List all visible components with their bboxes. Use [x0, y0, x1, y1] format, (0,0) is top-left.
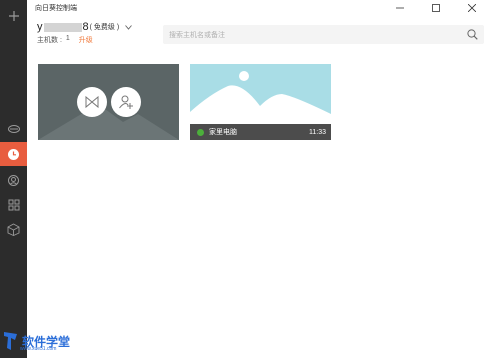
host-count: 主机数 : 1 升级	[37, 35, 93, 45]
upgrade-link[interactable]: 升级	[79, 35, 93, 45]
account-name-redacted	[43, 22, 82, 32]
maximize-button[interactable]	[421, 0, 451, 16]
host-count-value: 1	[65, 35, 70, 42]
title-bar: 向日葵控制端	[27, 0, 490, 16]
minimize-icon	[396, 7, 404, 9]
close-button[interactable]	[457, 0, 487, 16]
apps-icon	[8, 199, 19, 211]
remote-desktop-icon	[85, 95, 99, 109]
watermark-url: www.xue51.com	[20, 346, 57, 352]
device-name: 家里电脑	[209, 129, 237, 136]
add-button[interactable]	[0, 4, 27, 28]
card-background	[38, 104, 179, 140]
plus-icon	[8, 11, 19, 21]
search-icon[interactable]	[467, 29, 478, 40]
device-footer: 家里电脑 11:33	[190, 124, 331, 140]
close-icon	[468, 4, 476, 12]
device-card[interactable]: 家里电脑 11:33	[190, 64, 331, 140]
sidebar-item-location[interactable]	[0, 169, 27, 193]
sidebar-item-apps[interactable]	[0, 193, 27, 217]
device-thumbnail	[190, 71, 331, 124]
clock-icon	[8, 148, 19, 160]
account-name-suffix: 8	[82, 21, 89, 33]
remote-control-icon	[7, 125, 20, 133]
quick-connect-card[interactable]	[38, 64, 179, 140]
brand-logo-icon	[4, 332, 17, 350]
minimize-button[interactable]	[385, 0, 415, 16]
box-icon	[7, 222, 20, 236]
sidebar-item-recent[interactable]	[0, 142, 27, 166]
chevron-down-icon	[125, 24, 133, 30]
sidebar-item-box[interactable]	[0, 217, 27, 241]
host-count-label: 主机数 :	[37, 37, 62, 44]
maximize-icon	[432, 4, 440, 12]
sidebar	[0, 0, 27, 358]
search-placeholder: 搜索主机名或备注	[169, 32, 225, 39]
add-user-button[interactable]	[111, 87, 141, 117]
online-status-dot	[197, 128, 204, 136]
account-tier: ( 免费级 )	[89, 24, 120, 31]
app-title: 向日葵控制端	[35, 5, 77, 12]
search-input[interactable]: 搜索主机名或备注	[163, 25, 484, 44]
account-selector[interactable]: y 8 ( 免费级 )	[37, 20, 133, 34]
account-name-prefix: y	[37, 21, 43, 33]
sidebar-item-remote[interactable]	[0, 117, 27, 141]
location-icon	[8, 175, 19, 186]
remote-desktop-button[interactable]	[77, 87, 107, 117]
device-time: 11:33	[309, 128, 326, 136]
add-user-icon	[119, 95, 133, 109]
